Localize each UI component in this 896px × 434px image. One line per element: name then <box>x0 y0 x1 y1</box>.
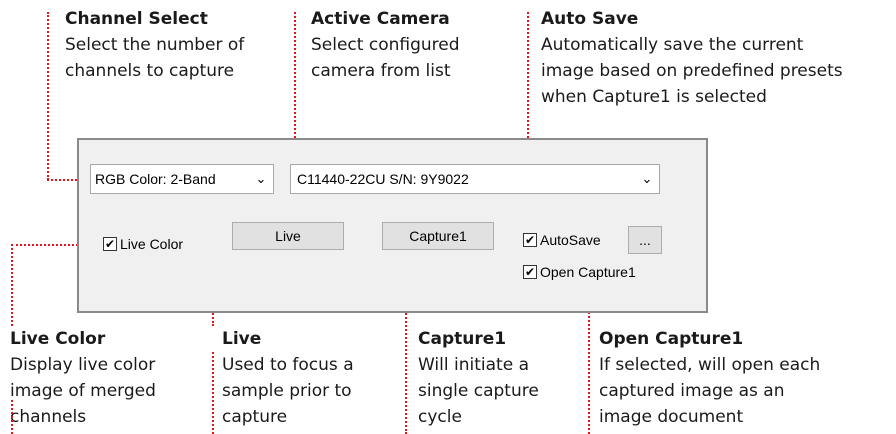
callout-channel-select: Channel Select Select the number of chan… <box>65 6 244 84</box>
live-color-label: Live Color <box>120 236 184 252</box>
leader-line-live-color <box>11 244 13 326</box>
leader-line-live-color <box>11 400 13 434</box>
callout-description: If selected, will open each captured ima… <box>599 355 821 427</box>
live-color-checkbox[interactable]: ✔ Live Color <box>103 236 183 252</box>
camera-select-value: C11440-22CU S/N: 9Y9022 <box>297 171 469 187</box>
checkmark-icon: ✔ <box>523 265 537 279</box>
ellipsis-icon: ... <box>639 232 651 248</box>
callout-capture1: Capture1 Will initiate a single capture … <box>418 326 539 430</box>
live-button[interactable]: Live <box>232 222 344 250</box>
callout-open-capture1: Open Capture1 If selected, will open eac… <box>599 326 820 430</box>
autosave-checkbox[interactable]: ✔ AutoSave <box>523 232 601 248</box>
checkmark-icon: ✔ <box>103 237 117 251</box>
callout-live-color: Live Color Display live color image of m… <box>10 326 156 430</box>
callout-description: Will initiate a single capture cycle <box>418 355 539 427</box>
callout-title: Channel Select <box>65 9 208 29</box>
open-capture1-label: Open Capture1 <box>540 264 636 280</box>
callout-description: Select configured camera from list <box>311 35 460 81</box>
chevron-down-icon: ⌄ <box>255 171 267 186</box>
callout-auto-save: Auto Save Automatically save the current… <box>541 6 843 110</box>
capture1-button[interactable]: Capture1 <box>382 222 494 250</box>
checkmark-icon: ✔ <box>523 233 537 247</box>
callout-title: Live <box>222 329 262 349</box>
leader-line-channel-select <box>47 12 49 180</box>
capture1-button-label: Capture1 <box>409 228 467 244</box>
leader-line-live <box>212 352 214 434</box>
callout-title: Capture1 <box>418 329 507 349</box>
callout-live: Live Used to focus a sample prior to cap… <box>222 326 354 430</box>
camera-select-dropdown[interactable]: C11440-22CU S/N: 9Y9022 ⌄ <box>290 164 660 194</box>
callout-description: Automatically save the current image bas… <box>541 35 843 107</box>
callout-title: Live Color <box>10 329 106 349</box>
autosave-label: AutoSave <box>540 232 601 248</box>
callout-title: Auto Save <box>541 9 639 29</box>
callout-description: Select the number of channels to capture <box>65 35 245 81</box>
callout-title: Active Camera <box>311 9 450 29</box>
callout-title: Open Capture1 <box>599 329 744 349</box>
open-capture1-checkbox[interactable]: ✔ Open Capture1 <box>523 264 636 280</box>
chevron-down-icon: ⌄ <box>641 171 653 186</box>
callout-description: Used to focus a sample prior to capture <box>222 355 354 427</box>
callout-active-camera: Active Camera Select configured camera f… <box>311 6 460 84</box>
channel-select-value: RGB Color: 2-Band <box>95 171 216 187</box>
callout-description: Display live color image of merged chann… <box>10 355 156 427</box>
channel-select-dropdown[interactable]: RGB Color: 2-Band ⌄ <box>90 164 274 194</box>
autosave-options-button[interactable]: ... <box>628 226 662 254</box>
live-button-label: Live <box>275 228 301 244</box>
